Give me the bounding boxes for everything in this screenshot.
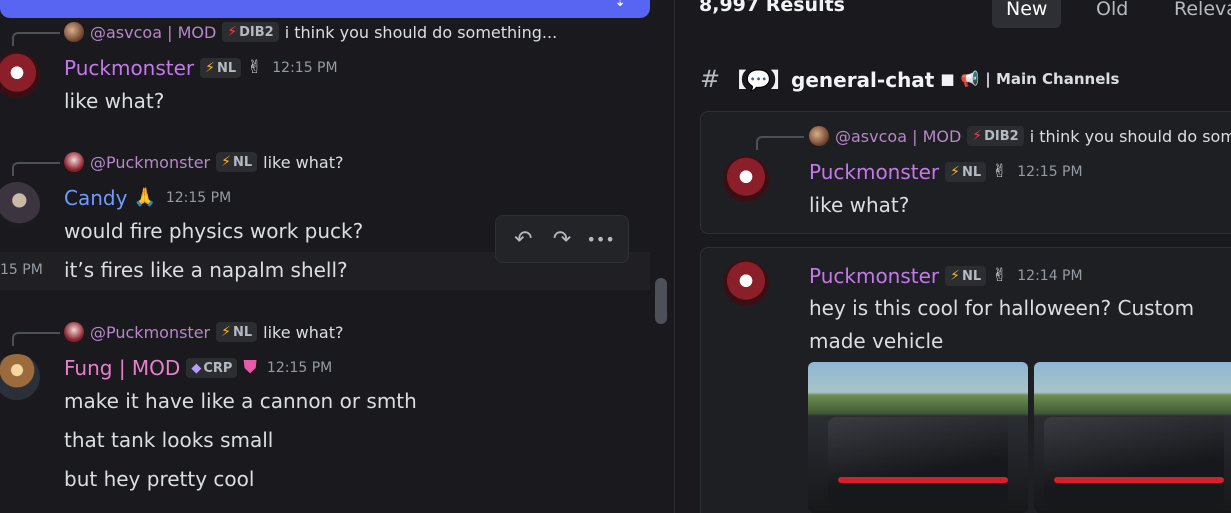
avatar[interactable] bbox=[0, 52, 40, 98]
reply-connector bbox=[12, 162, 60, 176]
search-results-pane: 8,997 Results New Old Relevant # 【💬】gene… bbox=[676, 0, 1231, 513]
role-tag: ◆ CRP bbox=[186, 358, 238, 378]
bolt-icon: ⚡ bbox=[205, 60, 215, 76]
message-header: Puckmonster ⚡ NL ✌ 12:15 PM bbox=[809, 160, 1083, 184]
tank-shape bbox=[1044, 417, 1224, 507]
jump-icon: ⇣ bbox=[614, 0, 626, 10]
reply-connector bbox=[12, 32, 60, 46]
search-result-card[interactable]: @asvcoa | MOD ⚡ DIB2 i think you should d… bbox=[700, 111, 1231, 234]
chat-pane: ⇣ @asvcoa | MOD ⚡ DIB2 i think you should… bbox=[0, 0, 675, 513]
message-text: that tank looks small bbox=[64, 428, 274, 452]
peace-hand-icon: ✌ bbox=[992, 265, 1008, 286]
hover-timestamp: 15 PM bbox=[0, 262, 43, 278]
role-tag: ⚡ NL bbox=[200, 58, 242, 78]
reply-author[interactable]: @Puckmonster bbox=[90, 323, 210, 342]
attachment-image[interactable] bbox=[808, 362, 1028, 513]
username[interactable]: Puckmonster bbox=[809, 264, 939, 288]
bolt-icon: ⚡ bbox=[227, 24, 238, 40]
reply-preview[interactable]: @Puckmonster ⚡ NL like what? bbox=[64, 152, 343, 172]
reply-text: like what? bbox=[263, 152, 344, 172]
forward-icon[interactable]: ↷ bbox=[545, 227, 579, 252]
role-tag: ⚡ DIB2 bbox=[967, 126, 1024, 146]
reply-avatar bbox=[64, 322, 84, 342]
message-text: like what? bbox=[64, 89, 165, 113]
bolt-icon: ⚡ bbox=[950, 164, 960, 180]
message-text: would fire physics work puck? bbox=[64, 219, 364, 243]
timestamp: 12:14 PM bbox=[1017, 268, 1083, 284]
avatar[interactable] bbox=[0, 182, 40, 228]
reply-preview[interactable]: @Puckmonster ⚡ NL like what? bbox=[64, 322, 343, 342]
attachment-image[interactable] bbox=[1034, 362, 1231, 513]
scrollbar-thumb[interactable] bbox=[655, 278, 667, 324]
tank-shape bbox=[828, 417, 1008, 507]
channel-hash-icon: # bbox=[700, 64, 721, 93]
role-tag: ⚡ NL bbox=[945, 266, 987, 286]
folder-icon: ■ bbox=[940, 69, 955, 88]
tab-sort-new[interactable]: New bbox=[992, 0, 1062, 28]
avatar[interactable] bbox=[0, 354, 40, 400]
more-options-icon[interactable]: ••• bbox=[584, 230, 618, 249]
reply-text: like what? bbox=[263, 322, 344, 342]
reply-author[interactable]: @Puckmonster bbox=[90, 153, 210, 172]
reply-avatar bbox=[809, 126, 829, 146]
avatar[interactable] bbox=[723, 260, 769, 306]
result-channel-header[interactable]: # 【💬】general-chat ■ 📢 | Main Channels bbox=[700, 64, 1119, 93]
message-header: Fung | MOD ◆ CRP ⛊ 12:15 PM bbox=[64, 356, 332, 380]
bolt-icon: ⚡ bbox=[221, 324, 231, 340]
reply-author[interactable]: @asvcoa | MOD bbox=[835, 127, 961, 146]
tab-sort-old[interactable]: Old bbox=[1082, 0, 1142, 28]
channel-category: | Main Channels bbox=[985, 69, 1120, 88]
tank-stripe bbox=[838, 477, 1008, 483]
avatar[interactable] bbox=[723, 156, 769, 202]
reply-icon[interactable]: ↶ bbox=[506, 227, 540, 252]
role-tag: ⚡ NL bbox=[216, 322, 258, 342]
message-header: Candy 🙏 12:15 PM bbox=[64, 186, 231, 210]
reply-connector bbox=[12, 332, 60, 346]
message-actions-toolbar: ↶ ↷ ••• bbox=[495, 215, 629, 263]
message-header: Puckmonster ⚡ NL ✌ 12:15 PM bbox=[64, 56, 338, 80]
reply-avatar bbox=[64, 152, 84, 172]
username[interactable]: Puckmonster bbox=[809, 160, 939, 184]
results-count: 8,997 Results bbox=[699, 0, 845, 16]
channel-name[interactable]: 【💬】general-chat bbox=[726, 64, 934, 93]
timestamp: 12:15 PM bbox=[1017, 164, 1083, 180]
message-text: it’s fires like a napalm shell? bbox=[64, 258, 348, 282]
message-text: hey is this cool for halloween? Custom bbox=[809, 296, 1195, 320]
reply-author[interactable]: @asvcoa | MOD bbox=[90, 23, 216, 42]
message-header: Puckmonster ⚡ NL ✌ 12:14 PM bbox=[809, 264, 1083, 288]
discord-window: ⇣ @asvcoa | MOD ⚡ DIB2 i think you should… bbox=[0, 0, 1231, 513]
tab-sort-relevant[interactable]: Relevant bbox=[1160, 0, 1231, 28]
tank-stripe bbox=[1054, 477, 1224, 483]
jump-to-present-bar[interactable]: ⇣ bbox=[0, 0, 650, 18]
megaphone-icon: 📢 bbox=[960, 69, 980, 88]
peace-hand-icon: ✌ bbox=[992, 161, 1008, 182]
bolt-icon: ⚡ bbox=[221, 154, 231, 170]
message-text: make it have like a cannon or smth bbox=[64, 389, 417, 413]
reply-text: i think you should do something... bbox=[1029, 126, 1231, 146]
bolt-icon: ⚡ bbox=[950, 268, 960, 284]
timestamp: 12:15 PM bbox=[165, 190, 232, 206]
timestamp: 12:15 PM bbox=[272, 60, 338, 76]
praying-hands-icon: 🙏 bbox=[133, 187, 156, 208]
username[interactable]: Fung | MOD bbox=[64, 356, 180, 380]
role-tag: ⚡ DIB2 bbox=[222, 22, 279, 42]
reply-preview[interactable]: @asvcoa | MOD ⚡ DIB2 i think you should d… bbox=[64, 22, 557, 42]
reply-preview[interactable]: @asvcoa | MOD ⚡ DIB2 i think you should d… bbox=[809, 126, 1231, 146]
timestamp: 12:15 PM bbox=[266, 360, 333, 376]
role-tag: ⚡ NL bbox=[216, 152, 258, 172]
reply-avatar bbox=[64, 22, 84, 42]
message-text: like what? bbox=[809, 193, 910, 217]
username[interactable]: Candy bbox=[64, 186, 127, 210]
shield-icon: ⛊ bbox=[243, 357, 257, 378]
username[interactable]: Puckmonster bbox=[64, 56, 194, 80]
crp-role-icon: ◆ bbox=[191, 360, 202, 376]
peace-hand-icon: ✌ bbox=[247, 57, 263, 78]
message-text: but hey pretty cool bbox=[64, 467, 255, 491]
reply-text: i think you should do something... bbox=[284, 22, 558, 42]
reply-connector bbox=[756, 136, 804, 150]
message-text: made vehicle bbox=[809, 329, 944, 353]
role-tag: ⚡ NL bbox=[945, 162, 987, 182]
bolt-icon: ⚡ bbox=[972, 128, 983, 144]
